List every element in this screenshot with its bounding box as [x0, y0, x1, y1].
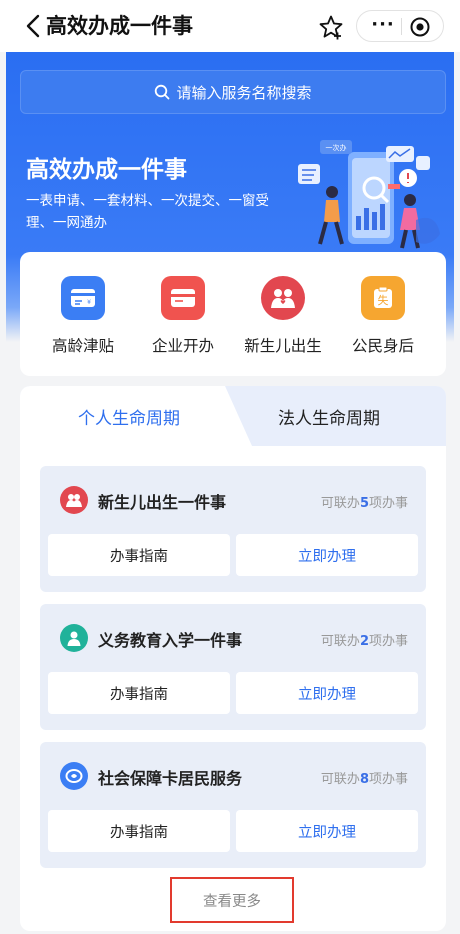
close-target-icon[interactable]: [410, 17, 430, 37]
quick-item-label: 企业开办: [151, 337, 214, 355]
quick-item-label: 公民身后: [351, 337, 414, 355]
top-nav-bar: 高效办成一件事 ···: [0, 0, 460, 52]
guide-button[interactable]: 办事指南: [48, 810, 230, 852]
hero-title: 高效办成一件事: [26, 157, 187, 183]
document-glyph: 失: [378, 294, 389, 307]
more-menu-button[interactable]: ···: [369, 11, 397, 41]
apply-now-button[interactable]: 立即办理: [236, 672, 418, 714]
student-icon: [60, 624, 88, 652]
view-more-button[interactable]: 查看更多: [170, 877, 294, 923]
search-bar[interactable]: 请输入服务名称搜索: [20, 70, 446, 114]
capsule-divider: [401, 18, 402, 35]
quick-services: ¥ 高龄津贴 企业开办 新生儿出生 失 公民身后: [20, 252, 446, 376]
guide-button[interactable]: 办事指南: [48, 672, 230, 714]
mini-program-capsule: ···: [356, 10, 444, 42]
service-card-title: 社会保障卡居民服务: [98, 769, 243, 788]
apply-now-button[interactable]: 立即办理: [236, 534, 418, 576]
family-icon: [261, 276, 305, 320]
document-icon: 失: [361, 276, 405, 320]
business-card-icon: [161, 276, 205, 320]
social-security-icon: [60, 762, 88, 790]
search-icon: [155, 84, 170, 100]
svg-text:¥: ¥: [87, 299, 91, 306]
quick-item-label: 新生儿出生: [244, 337, 322, 355]
quick-item-business-setup[interactable]: 企业开办: [133, 276, 233, 356]
illustration-badge: 一次办: [326, 143, 347, 152]
guide-button[interactable]: 办事指南: [48, 534, 230, 576]
quick-item-newborn[interactable]: 新生儿出生: [233, 276, 333, 356]
hero-illustration: 一次办: [298, 140, 440, 249]
allowance-card-icon: ¥: [61, 276, 105, 320]
search-placeholder: 请输入服务名称搜索: [176, 83, 312, 102]
tab-personal-lifecycle[interactable]: 个人生命周期: [78, 404, 180, 429]
lifecycle-tabs: 个人生命周期 法人生命周期: [20, 386, 446, 446]
apply-now-button[interactable]: 立即办理: [236, 810, 418, 852]
service-card-school-enrollment: 义务教育入学一件事 可联办2项办事 办事指南 立即办理: [40, 604, 426, 730]
star-favorite-icon[interactable]: [318, 14, 344, 40]
quick-item-elderly-allowance[interactable]: ¥ 高龄津贴: [33, 276, 133, 356]
page-title: 高效办成一件事: [46, 14, 193, 38]
lifecycle-panel: 个人生命周期 法人生命周期 新生儿出生一件事 可联办5项办事 办事指南 立即办理…: [20, 386, 446, 931]
service-card-social-security: 社会保障卡居民服务 可联办8项办事 办事指南 立即办理: [40, 742, 426, 868]
service-card-count: 可联办2项办事: [320, 634, 408, 649]
service-card-count: 可联办8项办事: [320, 772, 408, 787]
hero-subtitle: 一表申请、一套材料、一次提交、一窗受理、一网通办: [26, 193, 269, 231]
service-card-title: 新生儿出生一件事: [98, 493, 227, 512]
tab-corporate-lifecycle[interactable]: 法人生命周期: [278, 404, 380, 429]
back-arrow-icon[interactable]: [20, 12, 46, 40]
service-card-title: 义务教育入学一件事: [98, 631, 243, 650]
service-card-count: 可联办5项办事: [320, 496, 408, 511]
quick-item-posthumous[interactable]: 失 公民身后: [333, 276, 433, 356]
baby-icon: [60, 486, 88, 514]
service-card-newborn: 新生儿出生一件事 可联办5项办事 办事指南 立即办理: [40, 466, 426, 592]
quick-item-label: 高龄津贴: [51, 337, 114, 355]
